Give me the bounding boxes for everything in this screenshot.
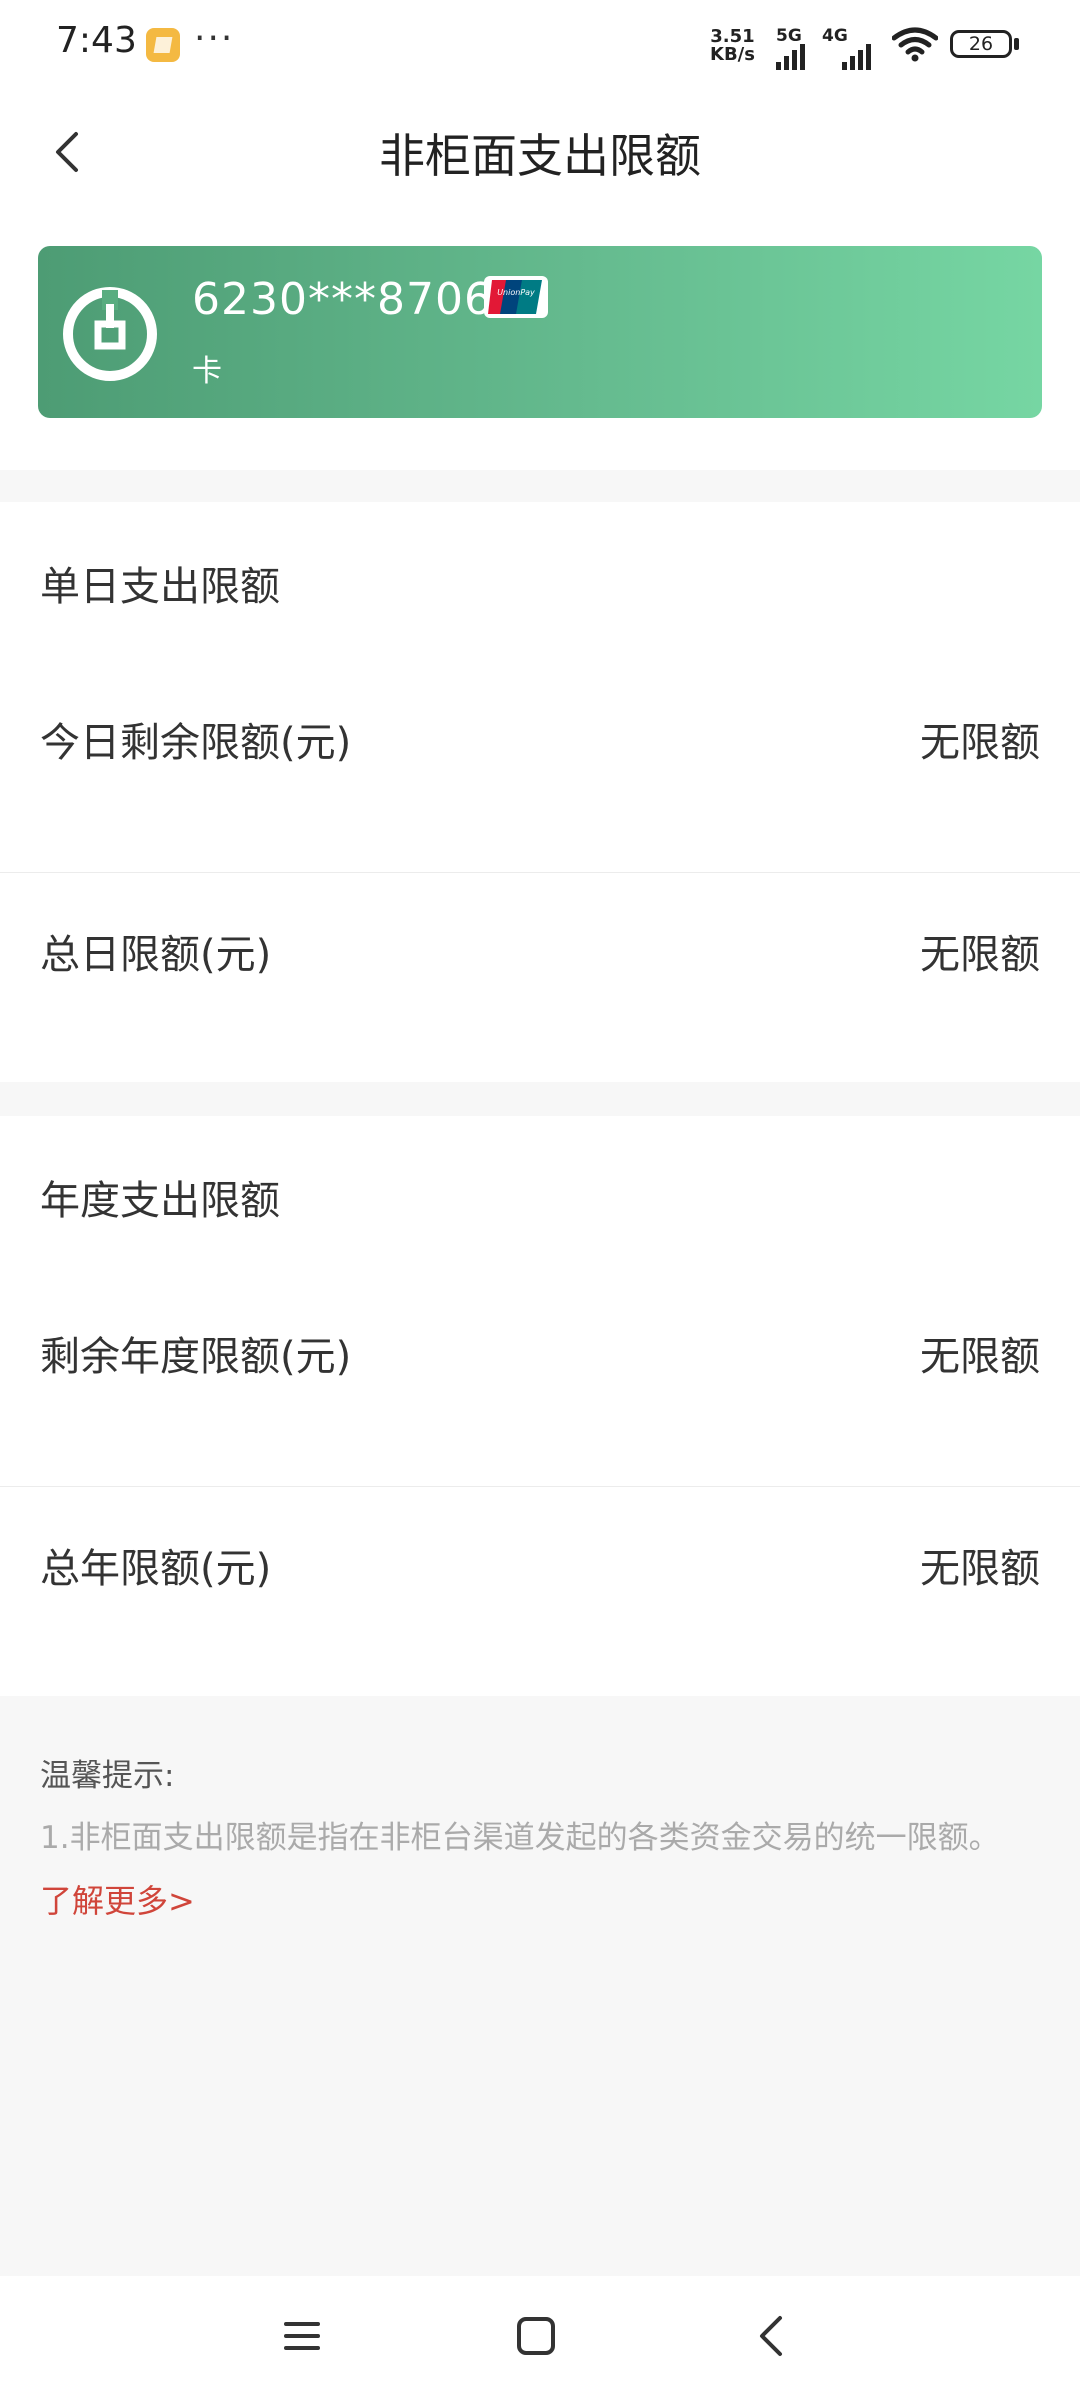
card-section: 6230***8706 UnionPay 卡: [0, 238, 1080, 470]
page-title: 非柜面支出限额: [379, 129, 701, 183]
network-speed: 3.51 KB/s: [710, 28, 755, 64]
wifi-icon: [892, 27, 938, 62]
battery-tip: [1014, 38, 1019, 50]
list-item-year-total[interactable]: 总年限额(元) 无限额: [0, 1456, 1080, 1668]
row-label: 总年限额(元): [40, 1546, 272, 1592]
list-item-today-remaining[interactable]: 今日剩余限额(元) 无限额: [0, 630, 1080, 842]
status-time: 7:43: [56, 20, 137, 61]
row-value: 无限额: [920, 1546, 1040, 1592]
status-bar: 7:43 ··· 3.51 KB/s 5G 4G 26: [0, 0, 1080, 90]
tips-text: 1.非柜面支出限额是指在非柜台渠道发起的各类资金交易的统一限额。: [40, 1820, 1000, 1856]
yearly-limit-section: 年度支出限额 剩余年度限额(元) 无限额 总年限额(元) 无限额: [0, 1116, 1080, 1696]
row-label: 剩余年度限额(元): [40, 1334, 352, 1380]
row-label: 今日剩余限额(元): [40, 720, 352, 766]
row-value: 无限额: [920, 1334, 1040, 1380]
list-item-year-remaining[interactable]: 剩余年度限额(元) 无限额: [0, 1244, 1080, 1456]
home-icon[interactable]: [516, 2316, 556, 2356]
bank-card[interactable]: 6230***8706 UnionPay 卡: [38, 246, 1042, 418]
network-speed-unit: KB/s: [710, 44, 755, 65]
row-value: 无限额: [920, 720, 1040, 766]
daily-limit-section: 单日支出限额 今日剩余限额(元) 无限额 总日限额(元) 无限额: [0, 502, 1080, 1082]
back-icon[interactable]: [752, 2312, 792, 2360]
yearly-limit-title: 年度支出限额: [40, 1178, 280, 1224]
battery-icon: 26: [950, 30, 1012, 58]
card-number: 6230***8706: [192, 274, 493, 325]
row-label: 总日限额(元): [40, 932, 272, 978]
system-nav-bar: [0, 2276, 1080, 2400]
unionpay-logo-icon: UnionPay: [484, 276, 548, 318]
learn-more-link[interactable]: 了解更多>: [40, 1876, 195, 1922]
notification-app-icon: [146, 28, 180, 62]
bank-logo-icon: [63, 287, 157, 381]
svg-text:UnionPay: UnionPay: [497, 288, 535, 297]
tips-title: 温馨提示:: [40, 1758, 175, 1794]
more-notifications-icon: ···: [194, 18, 235, 59]
list-item-daily-total[interactable]: 总日限额(元) 无限额: [0, 842, 1080, 1054]
card-type: 卡: [192, 354, 222, 389]
daily-limit-title: 单日支出限额: [40, 564, 280, 610]
row-value: 无限额: [920, 932, 1040, 978]
title-bar: 非柜面支出限额: [0, 90, 1080, 238]
tips-section: 温馨提示: 1.非柜面支出限额是指在非柜台渠道发起的各类资金交易的统一限额。 了…: [0, 1696, 1080, 2276]
menu-icon[interactable]: [282, 2316, 322, 2356]
